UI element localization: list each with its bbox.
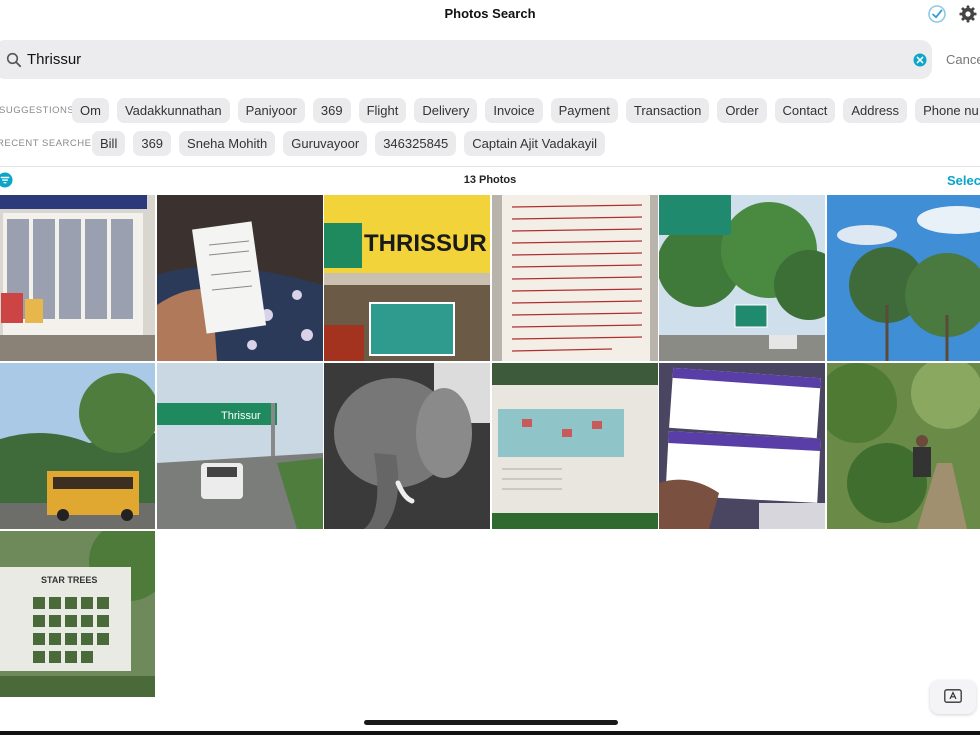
photo-highway-sign[interactable]: Thrissur	[157, 363, 323, 529]
suggestion-chip[interactable]: Transaction	[625, 98, 710, 123]
suggestion-chip[interactable]: Order	[717, 98, 767, 123]
recent-searches-label: RECENT SEARCHES	[0, 138, 99, 149]
photo-thrissur-sign[interactable]: THRISSUR	[324, 195, 490, 361]
photo-notice-board[interactable]	[0, 195, 155, 361]
clear-icon[interactable]	[913, 53, 927, 67]
suggestion-chip[interactable]: Invoice	[485, 98, 543, 123]
photo-boarding-passes[interactable]	[659, 363, 825, 529]
sign-text: Thrissur	[221, 410, 261, 422]
suggestion-chip[interactable]: Phone nu	[915, 98, 980, 123]
checkmark-icon[interactable]	[927, 4, 947, 24]
suggestion-chip[interactable]: 369	[312, 98, 351, 123]
suggestions-row: SUGGESTIONS Om Vadakkunnathan Paniyoor 369 F…	[0, 98, 980, 124]
photo-medicinal-plants-board[interactable]: STAR TREES	[0, 531, 155, 697]
page-title: Photos Search	[444, 6, 536, 21]
home-indicator	[364, 720, 618, 725]
divider	[0, 166, 980, 167]
bottom-edge	[0, 731, 980, 735]
suggestion-chip[interactable]: Address	[843, 98, 908, 123]
photo-count: 13 Photos	[463, 174, 517, 186]
suggestion-chip[interactable]: Contact	[774, 98, 836, 123]
photo-yellow-bus[interactable]	[0, 363, 155, 529]
recent-search-chip[interactable]: Guruvayoor	[283, 131, 368, 156]
photo-trees-blue-sky[interactable]	[827, 195, 980, 361]
suggestion-chip[interactable]: Payment	[550, 98, 618, 123]
keyboard-button[interactable]	[930, 680, 976, 714]
photo-handwritten-page[interactable]	[492, 195, 658, 361]
photo-garden-path[interactable]	[827, 363, 980, 529]
results-header: 13 Photos Selec	[0, 170, 980, 192]
recent-searches-row: RECENT SEARCHES Bill 369 Sneha Mohith Guruv…	[0, 131, 980, 157]
recent-search-chip[interactable]: 369	[133, 131, 172, 156]
select-button[interactable]: Selec	[947, 173, 980, 188]
gear-icon[interactable]	[958, 4, 978, 24]
recent-search-chip[interactable]: Bill	[92, 131, 126, 156]
suggestion-chip[interactable]: Delivery	[414, 98, 478, 123]
photo-grid: THRISSUR Thrissur STAR TREES	[0, 195, 980, 697]
suggestion-chip[interactable]: Paniyoor	[237, 98, 305, 123]
suggestions-label: SUGGESTIONS	[0, 105, 75, 116]
suggestion-chip[interactable]: Om	[72, 98, 109, 123]
keyboard-icon	[944, 689, 962, 703]
suggestion-chip[interactable]: Flight	[358, 98, 407, 123]
photo-elephant[interactable]	[324, 363, 490, 529]
cancel-button[interactable]: Cance	[946, 52, 980, 67]
recent-search-chip[interactable]: Sneha Mohith	[179, 131, 276, 156]
search-field[interactable]: Thrissur	[0, 40, 932, 79]
suggestion-chip[interactable]: Vadakkunnathan	[116, 98, 230, 123]
recent-search-chip[interactable]: 346325845	[375, 131, 457, 156]
sign-text: THRISSUR	[364, 230, 487, 257]
recent-chips: Bill 369 Sneha Mohith Guruvayoor 346325845 Ca…	[92, 131, 613, 157]
top-bar: Photos Search	[0, 0, 980, 32]
magnifier-icon	[6, 52, 22, 68]
recent-search-chip[interactable]: Captain Ajit Vadakayil	[464, 131, 606, 156]
photo-road-sign-trees[interactable]	[659, 195, 825, 361]
photo-map-board[interactable]	[492, 363, 658, 529]
suggestion-chips: Om Vadakkunnathan Paniyoor 369 Flight Deliver…	[72, 98, 980, 124]
photo-receipt-in-hand[interactable]	[157, 195, 323, 361]
search-query-text[interactable]: Thrissur	[27, 51, 81, 68]
sign-text: STAR TREES	[41, 575, 97, 585]
